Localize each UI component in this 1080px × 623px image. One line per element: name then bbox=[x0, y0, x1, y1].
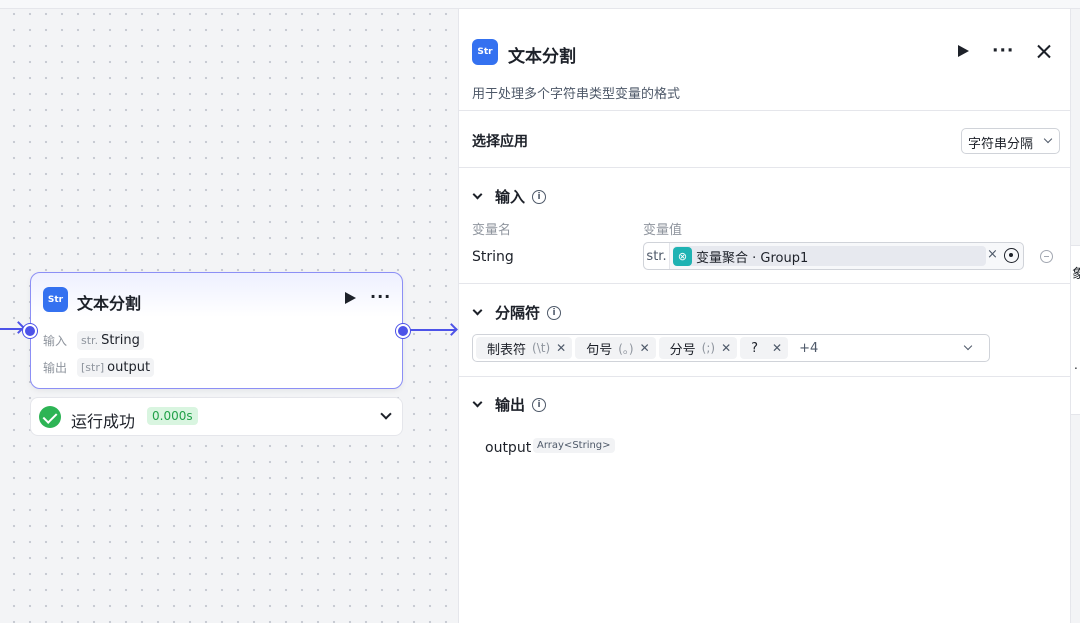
panel-title: 文本分割 bbox=[508, 47, 576, 67]
divider bbox=[459, 283, 1070, 284]
close-icon[interactable] bbox=[1034, 42, 1054, 62]
target-icon[interactable] bbox=[1004, 248, 1019, 263]
info-icon[interactable]: i bbox=[532, 189, 547, 204]
node-config-panel: Str 文本分割 ··· 用于处理多个字符串类型变量的格式 选择应用 字符串分隔… bbox=[458, 9, 1071, 623]
outgoing-edge-arrow-icon bbox=[445, 323, 458, 336]
chip-symbol: (\t) bbox=[532, 341, 551, 355]
top-bar bbox=[0, 0, 1080, 9]
str-icon: Str bbox=[472, 39, 498, 65]
panel-more-icon[interactable]: ··· bbox=[992, 41, 1014, 61]
select-app-label: 选择应用 bbox=[472, 134, 528, 150]
separator-section-header[interactable]: 分隔符 i bbox=[472, 302, 562, 323]
node-output-value: output bbox=[107, 360, 151, 375]
ref-node-name: 变量聚合 bbox=[696, 250, 749, 266]
chevron-down-icon[interactable] bbox=[472, 189, 483, 200]
chevron-down-icon[interactable] bbox=[472, 305, 483, 316]
more-chips-count[interactable]: +4 bbox=[799, 341, 818, 356]
separator-multiselect[interactable]: 制表符 (\t) ✕ 句号 (。) ✕ 分号 (;) ✕ ? ✕ +4 bbox=[472, 334, 990, 362]
chevron-down-icon[interactable] bbox=[380, 408, 392, 420]
output-name: output bbox=[485, 440, 532, 456]
node-title: 文本分割 bbox=[77, 294, 142, 313]
separator-chip: ? ✕ bbox=[740, 337, 789, 359]
node-output-label: 输出 bbox=[43, 361, 68, 375]
node-more-icon[interactable]: ··· bbox=[370, 287, 391, 306]
ref-separator: · bbox=[748, 250, 761, 266]
separator-section-title: 分隔符 bbox=[495, 304, 541, 322]
background-panel-text: 象 bbox=[1072, 263, 1080, 282]
node-run-button[interactable] bbox=[345, 292, 356, 304]
chevron-down-icon[interactable] bbox=[472, 397, 483, 408]
chip-close-icon[interactable]: ✕ bbox=[640, 341, 650, 355]
chevron-down-icon[interactable] bbox=[963, 341, 973, 351]
separator-chip: 制表符 (\t) ✕ bbox=[476, 337, 573, 359]
info-icon[interactable]: i bbox=[532, 397, 547, 412]
chip-close-icon[interactable]: ✕ bbox=[721, 341, 731, 355]
chip-symbol: (。) bbox=[618, 341, 634, 356]
output-section-header[interactable]: 输出 i bbox=[472, 394, 547, 415]
node-output-port[interactable] bbox=[396, 324, 410, 338]
chip-label: 分号 bbox=[669, 342, 696, 358]
run-time-badge: 0.000s bbox=[147, 407, 198, 425]
var-value-field[interactable]: str. ⊗ 变量聚合 · Group1 × bbox=[643, 242, 1024, 270]
divider bbox=[459, 167, 1070, 168]
divider bbox=[459, 376, 1070, 377]
output-section-title: 输出 bbox=[495, 396, 526, 414]
panel-run-button[interactable] bbox=[958, 45, 969, 57]
background-panel-dots: . bbox=[1074, 358, 1078, 372]
str-type-icon[interactable]: str. bbox=[644, 243, 670, 269]
separator-chip: 句号 (。) ✕ bbox=[575, 337, 656, 359]
run-status-bar[interactable]: 运行成功 0.000s bbox=[30, 397, 403, 436]
select-app-dropdown[interactable]: 字符串分隔 bbox=[961, 128, 1060, 154]
panel-description: 用于处理多个字符串类型变量的格式 bbox=[472, 87, 681, 102]
var-reference-tag[interactable]: ⊗ 变量聚合 · Group1 bbox=[673, 246, 986, 266]
success-check-icon bbox=[39, 406, 61, 428]
chip-close-icon[interactable]: ✕ bbox=[772, 341, 782, 355]
str-icon: Str bbox=[43, 287, 68, 312]
node-input-tag: str. String bbox=[77, 331, 144, 350]
node-input-value: String bbox=[101, 333, 140, 348]
var-name: String bbox=[472, 249, 514, 265]
remove-icon[interactable] bbox=[1040, 250, 1053, 263]
chip-symbol: (;) bbox=[701, 341, 716, 355]
divider bbox=[459, 110, 1070, 111]
node-input-row: 输入 str. String bbox=[43, 331, 144, 350]
clear-icon[interactable]: × bbox=[987, 247, 998, 262]
aggregate-icon: ⊗ bbox=[673, 246, 692, 266]
chip-label: 制表符 bbox=[487, 342, 527, 358]
str-type-icon: str. bbox=[81, 334, 99, 347]
background-panel-edge: 象 . bbox=[1071, 245, 1080, 415]
chip-close-icon[interactable]: ✕ bbox=[556, 341, 566, 355]
run-status-text: 运行成功 bbox=[71, 412, 136, 431]
ref-text: 变量聚合 · Group1 bbox=[696, 247, 808, 266]
chip-label: 句号 bbox=[586, 342, 613, 358]
ref-group-name: Group1 bbox=[760, 250, 809, 266]
node-output-tag: [str] output bbox=[77, 358, 155, 377]
array-type-icon: [str] bbox=[81, 361, 105, 374]
chevron-down-icon bbox=[1043, 134, 1053, 144]
col-head-var-name: 变量名 bbox=[472, 223, 512, 238]
node-input-port[interactable] bbox=[23, 324, 37, 338]
select-app-value: 字符串分隔 bbox=[968, 137, 1034, 152]
node-input-label: 输入 bbox=[43, 334, 68, 348]
output-type-badge: Array<String> bbox=[533, 438, 615, 453]
input-section-title: 输入 bbox=[495, 188, 526, 206]
separator-chip: 分号 (;) ✕ bbox=[658, 337, 738, 359]
col-head-var-value: 变量值 bbox=[643, 223, 683, 238]
text-split-node[interactable]: Str 文本分割 ··· 输入 str. String 输出 [str] out… bbox=[23, 272, 410, 389]
node-output-row: 输出 [str] output bbox=[43, 358, 155, 377]
chip-label: ? bbox=[751, 340, 759, 356]
input-section-header[interactable]: 输入 i bbox=[472, 186, 547, 207]
info-icon[interactable]: i bbox=[547, 305, 562, 320]
